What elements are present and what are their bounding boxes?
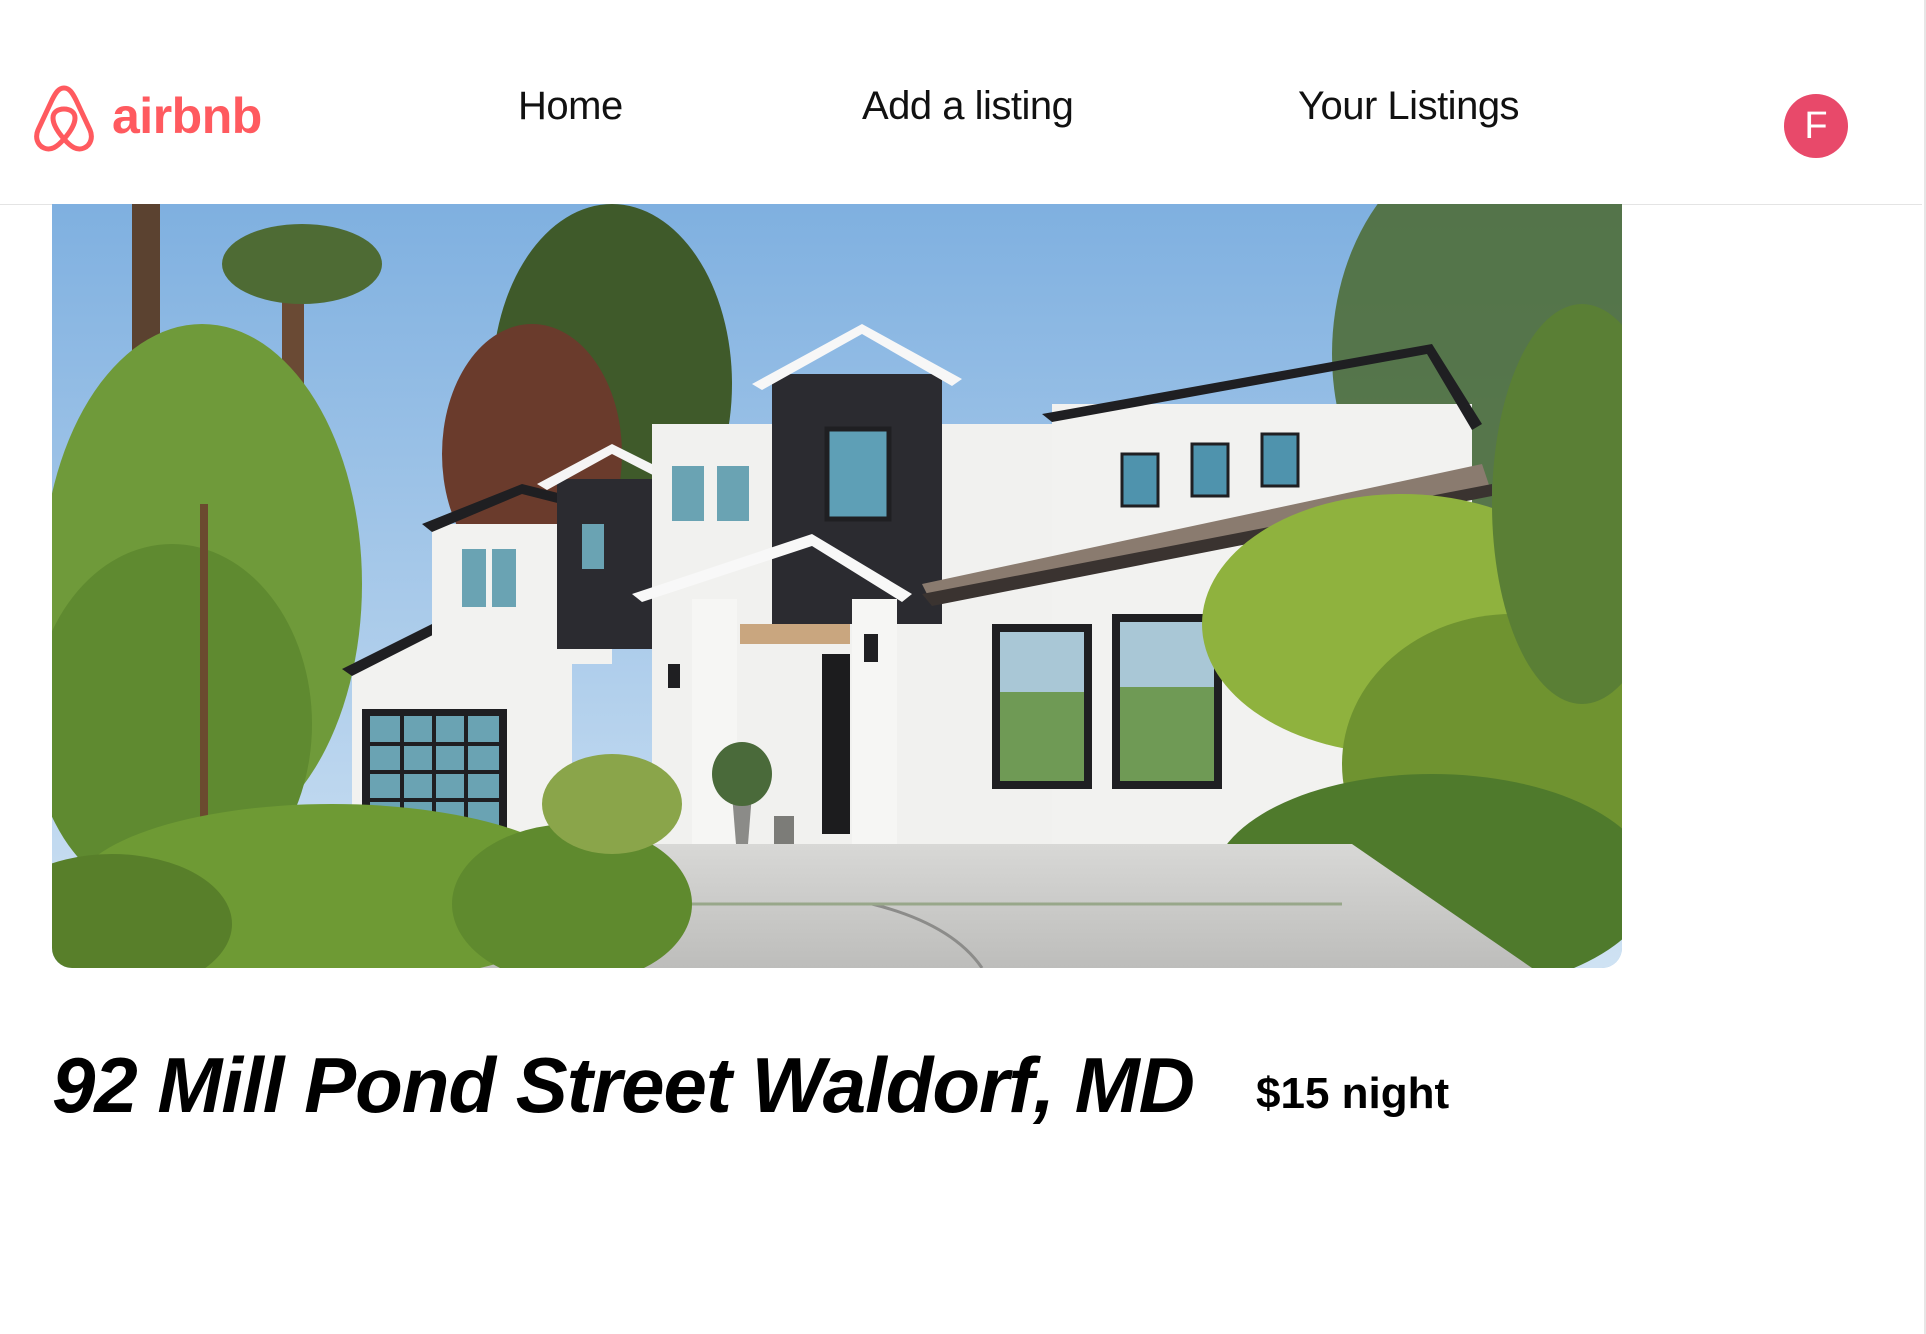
listing-price: $15 night: [1256, 1069, 1450, 1118]
nav-home-link[interactable]: Home: [518, 82, 623, 130]
user-avatar[interactable]: F: [1784, 94, 1848, 158]
airbnb-logo[interactable]: airbnb: [30, 82, 262, 154]
brand-name: airbnb: [112, 88, 262, 144]
listing-title: 92 Mill Pond Street Waldorf, MD: [52, 1041, 1195, 1129]
page: airbnb Home Add a listing Your Listings …: [0, 0, 1926, 1334]
house-photo: [52, 204, 1622, 968]
top-nav-bar: airbnb Home Add a listing Your Listings …: [0, 0, 1922, 205]
listing-photo: [52, 204, 1622, 968]
airbnb-belo-icon: [34, 85, 94, 152]
nav-your-listings-link[interactable]: Your Listings: [1298, 82, 1520, 130]
nav-add-listing-link[interactable]: Add a listing: [862, 82, 1074, 130]
